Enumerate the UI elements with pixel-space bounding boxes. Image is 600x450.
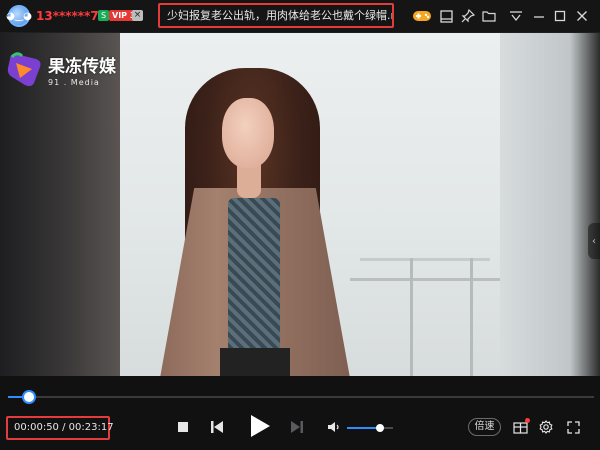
s-badge: S [98, 10, 109, 21]
player-window: ◕‿◕ 13******796 S VIP 3 × 少妇报复老公出轨，用肉体给老… [0, 0, 600, 450]
video-subject [160, 63, 350, 376]
prev-icon[interactable] [208, 417, 226, 437]
subject-top [228, 198, 280, 348]
settings-icon[interactable] [537, 417, 555, 437]
close-icon[interactable] [574, 8, 590, 24]
maximize-icon[interactable] [552, 8, 568, 24]
side-panel-toggle-icon[interactable]: ‹ [588, 223, 600, 259]
subject-face [222, 98, 274, 168]
control-bar: 00:00:50 / 00:23:17 倍速 [0, 376, 600, 450]
play-icon[interactable] [246, 412, 274, 440]
balcony-rail [350, 278, 500, 281]
mini-window-icon[interactable] [438, 8, 454, 24]
notification-dot [525, 418, 530, 423]
title-bar: ◕‿◕ 13******796 S VIP 3 × 少妇报复老公出轨，用肉体给老… [0, 0, 600, 33]
watermark-subtitle: 91 . Media [48, 77, 100, 87]
folder-icon[interactable] [481, 8, 497, 24]
video-frame[interactable]: 果冻传媒 91 . Media ‹ [0, 33, 600, 376]
time-separator: / [58, 422, 69, 433]
current-time: 00:00:50 [14, 422, 59, 433]
badge-close-icon[interactable]: × [132, 10, 143, 21]
volume-thumb[interactable] [376, 424, 385, 432]
avatar[interactable]: ◕‿◕ [6, 5, 32, 27]
watermark-title: 果冻传媒 [48, 56, 116, 77]
volume-icon[interactable] [326, 417, 342, 437]
video-wall-right [500, 33, 600, 376]
subject-skirt [220, 348, 290, 376]
pin-icon[interactable] [460, 8, 476, 24]
watermark-logo-icon [4, 49, 44, 89]
balcony-post [470, 258, 473, 376]
progress-thumb[interactable] [24, 392, 35, 402]
volume-slider[interactable] [347, 424, 393, 432]
fullscreen-icon[interactable] [564, 417, 582, 437]
total-time: 00:23:17 [68, 422, 114, 433]
next-icon[interactable] [288, 417, 306, 437]
screenshot-icon[interactable] [511, 417, 530, 437]
file-title: 少妇报复老公出轨，用肉体给老公也戴个绿帽.mp4 [158, 3, 394, 28]
time-display: 00:00:50 / 00:23:17 [6, 416, 114, 440]
stop-icon[interactable] [175, 417, 191, 437]
gamepad-icon[interactable] [412, 8, 432, 24]
menu-dropdown-icon[interactable] [508, 8, 524, 24]
watermark: 果冻传媒 91 . Media [4, 46, 122, 92]
progress-bar[interactable] [8, 392, 594, 402]
balcony-post [410, 258, 413, 376]
speed-button[interactable]: 倍速 [468, 418, 501, 436]
minimize-icon[interactable] [531, 8, 547, 24]
